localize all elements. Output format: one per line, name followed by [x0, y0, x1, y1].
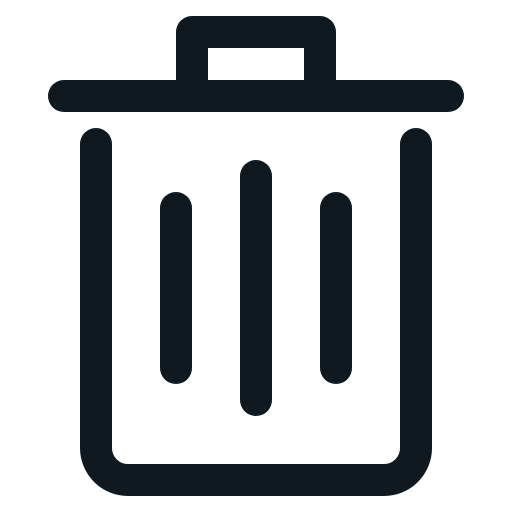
trash-icon[interactable] [0, 0, 512, 512]
icon-canvas [0, 0, 512, 512]
